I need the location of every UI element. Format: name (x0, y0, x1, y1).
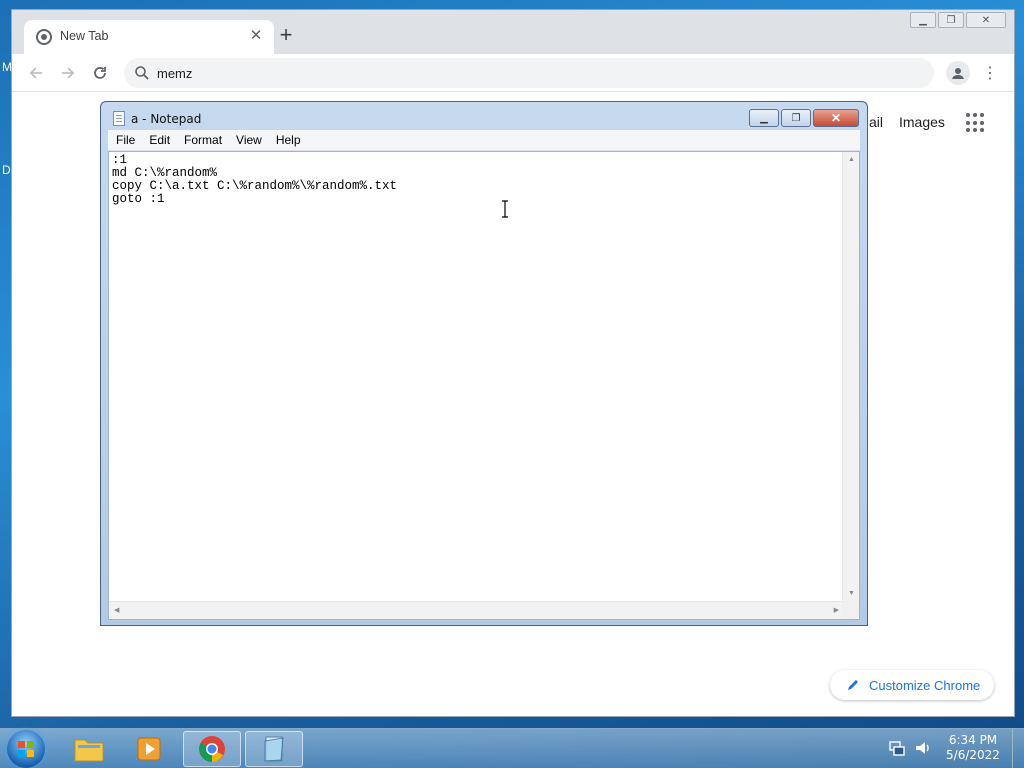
folder-icon (74, 739, 104, 762)
resize-grip[interactable] (842, 601, 859, 619)
minimize-button[interactable]: ▁ (910, 12, 936, 28)
menu-view[interactable]: View (228, 133, 268, 147)
chrome-toolbar: memz ⋮ (12, 54, 1014, 92)
taskbar-explorer[interactable] (60, 731, 118, 767)
chrome-favicon-icon (36, 29, 52, 45)
scroll-down-icon[interactable]: ▼ (848, 590, 855, 597)
menu-edit[interactable]: Edit (141, 133, 176, 147)
network-icon[interactable] (888, 739, 906, 757)
volume-icon[interactable] (914, 739, 932, 757)
media-player-icon (137, 737, 161, 761)
scroll-left-icon[interactable]: ◀ (114, 606, 119, 614)
images-link[interactable]: Images (899, 114, 945, 130)
chrome-window-controls: ▁ ❐ ✕ (910, 12, 1006, 28)
profile-avatar-button[interactable] (946, 61, 970, 85)
scroll-right-icon[interactable]: ▶ (834, 606, 839, 614)
back-button[interactable] (24, 61, 48, 85)
notepad-app-icon (113, 111, 125, 126)
chrome-tab-strip: New Tab ✕ + ▁ ❐ ✕ (12, 10, 1014, 54)
maximize-button[interactable]: ❐ (938, 12, 964, 28)
taskbar-clock[interactable]: 6:34 PM 5/6/2022 (938, 733, 1008, 763)
customize-chrome-label: Customize Chrome (869, 677, 981, 693)
close-tab-icon[interactable]: ✕ (246, 26, 266, 46)
show-desktop-button[interactable] (1012, 729, 1024, 768)
notepad-menubar: File Edit Format View Help (108, 130, 860, 151)
notepad-close-button[interactable]: ✕ (813, 109, 859, 127)
person-icon (952, 68, 964, 79)
search-icon (135, 66, 149, 80)
system-tray (888, 739, 932, 757)
reload-button[interactable] (88, 61, 112, 85)
taskbar-chrome[interactable] (183, 731, 241, 767)
desktop-icon-label-partial: D (2, 163, 11, 177)
address-bar[interactable]: memz (124, 58, 934, 88)
tab-new-tab[interactable]: New Tab ✕ (24, 20, 274, 54)
menu-file[interactable]: File (108, 133, 141, 147)
taskbar: 6:34 PM 5/6/2022 (0, 728, 1024, 768)
address-text: memz (157, 66, 193, 81)
google-apps-icon[interactable] (966, 113, 986, 133)
reload-icon (94, 67, 106, 79)
notepad-minimize-button[interactable]: ▁ (749, 109, 779, 127)
taskbar-notepad[interactable] (245, 731, 303, 767)
menu-more-button[interactable]: ⋮ (978, 61, 1002, 85)
vertical-scrollbar[interactable]: ▲ ▼ (842, 152, 859, 601)
notepad-window: a - Notepad ▁ ❐ ✕ File Edit Format View … (100, 101, 868, 626)
notepad-maximize-button[interactable]: ❐ (781, 109, 811, 127)
notepad-title: a - Notepad (131, 112, 202, 126)
menu-help[interactable]: Help (268, 133, 307, 147)
clock-date: 5/6/2022 (946, 748, 1000, 762)
customize-chrome-button[interactable]: Customize Chrome (830, 670, 994, 700)
scroll-up-icon[interactable]: ▲ (848, 156, 855, 163)
text-cursor-icon (502, 200, 508, 218)
notepad-content: :1 md C:\%random% copy C:\a.txt C:\%rand… (112, 153, 398, 206)
notepad-icon (264, 736, 284, 762)
close-window-button[interactable]: ✕ (966, 12, 1006, 28)
start-button[interactable] (7, 730, 45, 768)
clock-time: 6:34 PM (948, 733, 998, 747)
taskbar-media-player[interactable] (120, 731, 178, 767)
gmail-link[interactable]: ail (869, 114, 883, 130)
menu-format[interactable]: Format (176, 133, 228, 147)
notepad-text-area[interactable]: :1 md C:\%random% copy C:\a.txt C:\%rand… (108, 151, 860, 620)
chrome-icon (199, 736, 225, 762)
forward-button[interactable] (56, 61, 80, 85)
arrow-left-icon (29, 67, 42, 79)
new-tab-button[interactable]: + (274, 24, 298, 48)
arrow-right-icon (62, 67, 75, 79)
tab-title: New Tab (60, 29, 109, 43)
notepad-window-controls: ▁ ❐ ✕ (749, 109, 859, 127)
horizontal-scrollbar[interactable]: ◀ ▶ (109, 601, 844, 619)
pencil-icon (848, 680, 858, 690)
